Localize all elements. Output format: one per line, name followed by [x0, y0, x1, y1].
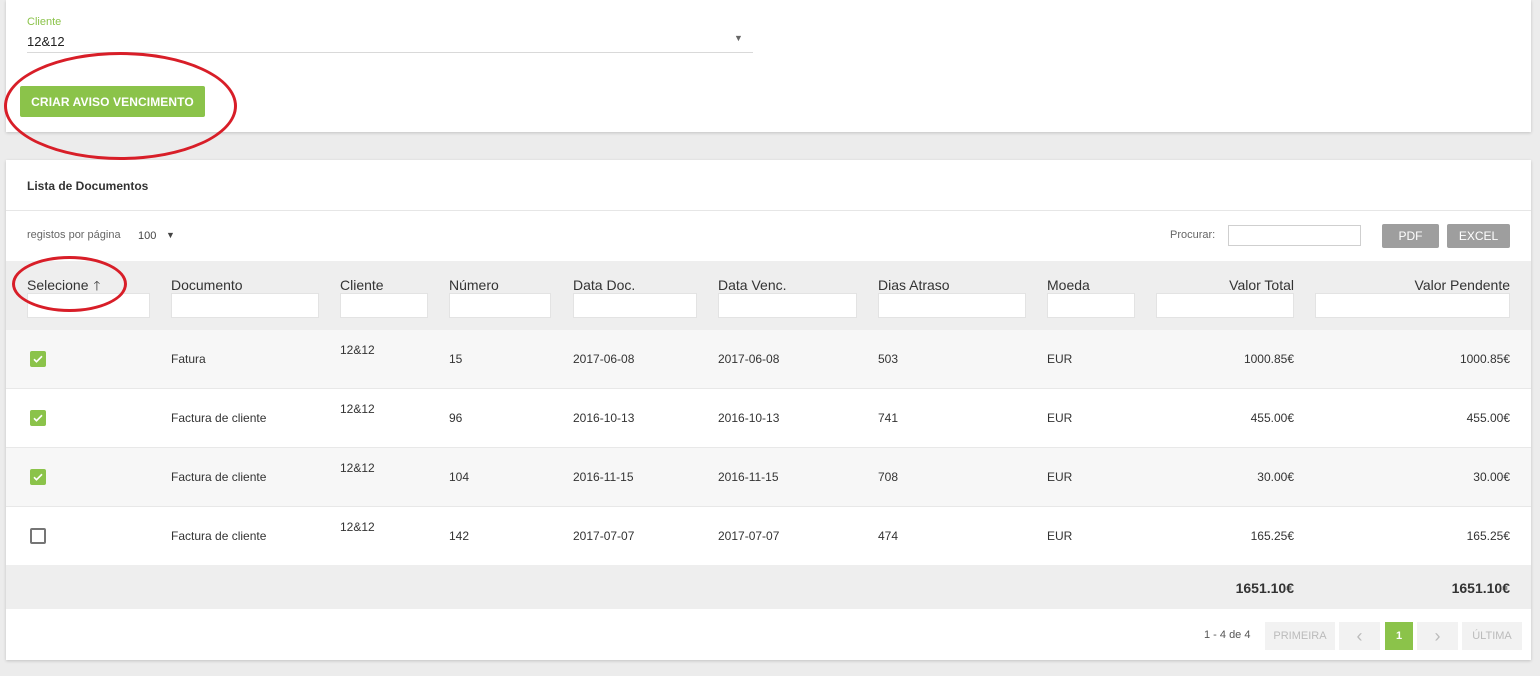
- per-page-label: registos por página: [27, 229, 121, 241]
- pagination-info: 1 - 4 de 4: [1204, 629, 1251, 641]
- card-divider: [6, 210, 1531, 211]
- pagination-last-button[interactable]: ÚLTIMA: [1462, 622, 1522, 650]
- export-excel-button[interactable]: EXCEL: [1447, 224, 1510, 248]
- card-title: Lista de Documentos: [27, 179, 149, 193]
- column-header-total-value[interactable]: Valor Total: [1156, 277, 1294, 293]
- cell-total-value: 165.25€: [1250, 529, 1294, 543]
- cell-doc-date: 2017-06-08: [573, 352, 635, 366]
- search-label: Procurar:: [1170, 229, 1216, 241]
- checkbox-checked-icon[interactable]: [30, 469, 46, 485]
- cell-document: Factura de cliente: [171, 411, 267, 425]
- cell-doc-date: 2017-07-07: [573, 529, 635, 543]
- cell-pending-value: 165.25€: [1466, 529, 1510, 543]
- cell-client: 12&12: [340, 520, 375, 534]
- cell-client: 12&12: [340, 343, 375, 357]
- client-field-label: Cliente: [27, 16, 62, 28]
- cell-days-late: 503: [878, 352, 899, 366]
- client-select-underline: [27, 52, 753, 53]
- total-value-sum: 1651.10€: [1235, 580, 1294, 596]
- cell-days-late: 708: [878, 470, 899, 484]
- cell-total-value: 455.00€: [1250, 411, 1294, 425]
- column-filter-doc-date[interactable]: [573, 293, 697, 318]
- cell-currency: EUR: [1047, 470, 1073, 484]
- cell-days-late: 741: [878, 411, 899, 425]
- export-pdf-button[interactable]: PDF: [1382, 224, 1439, 248]
- column-header-currency[interactable]: Moeda: [1047, 277, 1090, 293]
- cell-document: Fatura: [171, 352, 206, 366]
- caret-down-icon[interactable]: ▼: [734, 33, 743, 43]
- table-row[interactable]: Fatura 12&12 15 2017-06-08 2017-06-08 503 EUR 1…: [6, 330, 1531, 389]
- cell-currency: EUR: [1047, 411, 1073, 425]
- create-due-notice-button[interactable]: CRIAR AVISO VENCIMENTO: [20, 86, 205, 117]
- cell-due-date: 2017-07-07: [718, 529, 780, 543]
- column-filter-due-date[interactable]: [718, 293, 857, 318]
- column-filter-currency[interactable]: [1047, 293, 1135, 318]
- table-header: Selecione 🡑 Documento Cliente Número Data…: [6, 261, 1531, 330]
- cell-due-date: 2016-11-15: [718, 470, 779, 484]
- column-filter-total-value[interactable]: [1156, 293, 1294, 318]
- column-header-document[interactable]: Documento: [171, 277, 243, 293]
- cell-document: Factura de cliente: [171, 470, 267, 484]
- cell-currency: EUR: [1047, 529, 1073, 543]
- pagination-page-1[interactable]: 1: [1385, 622, 1413, 650]
- checkbox-unchecked-icon[interactable]: [30, 528, 46, 544]
- table-row[interactable]: Factura de cliente 12&12 142 2017-07-07 2017…: [6, 507, 1531, 566]
- cell-number: 104: [449, 470, 470, 484]
- column-header-due-date[interactable]: Data Venc.: [718, 277, 787, 293]
- column-filter-document[interactable]: [171, 293, 319, 318]
- chevron-right-icon[interactable]: ›: [1417, 622, 1458, 650]
- table-row[interactable]: Factura de cliente 12&12 104 2016-11-15 2016…: [6, 448, 1531, 507]
- cell-total-value: 30.00€: [1257, 470, 1294, 484]
- cell-total-value: 1000.85€: [1243, 352, 1294, 366]
- cell-client: 12&12: [340, 402, 375, 416]
- cell-pending-value: 30.00€: [1473, 470, 1510, 484]
- caret-down-icon[interactable]: ▼: [166, 230, 175, 240]
- cell-due-date: 2017-06-08: [718, 352, 780, 366]
- column-header-number[interactable]: Número: [449, 277, 499, 293]
- cell-number: 15: [449, 352, 463, 366]
- documents-list-card: Lista de Documentos registos por página …: [6, 160, 1531, 660]
- column-filter-client[interactable]: [340, 293, 428, 318]
- column-filter-select[interactable]: [27, 293, 150, 318]
- cell-client: 12&12: [340, 461, 375, 475]
- column-header-doc-date[interactable]: Data Doc.: [573, 277, 635, 293]
- cell-doc-date: 2016-11-15: [573, 470, 634, 484]
- column-header-days-late[interactable]: Dias Atraso: [878, 277, 950, 293]
- pagination-first-button[interactable]: PRIMEIRA: [1265, 622, 1335, 650]
- totals-row: 1651.10€ 1651.10€: [6, 565, 1531, 609]
- chevron-left-icon[interactable]: ‹: [1339, 622, 1380, 650]
- cell-document: Factura de cliente: [171, 529, 267, 543]
- cell-number: 142: [449, 529, 470, 543]
- cell-pending-value: 455.00€: [1466, 411, 1510, 425]
- cell-number: 96: [449, 411, 463, 425]
- client-select[interactable]: 12&12: [27, 34, 65, 49]
- cell-pending-value: 1000.85€: [1459, 352, 1510, 366]
- cell-currency: EUR: [1047, 352, 1073, 366]
- checkbox-checked-icon[interactable]: [30, 351, 46, 367]
- column-filter-days-late[interactable]: [878, 293, 1026, 318]
- column-header-client[interactable]: Cliente: [340, 277, 384, 293]
- column-filter-pending-value[interactable]: [1315, 293, 1510, 318]
- search-input[interactable]: [1228, 225, 1361, 246]
- pending-value-sum: 1651.10€: [1451, 580, 1510, 596]
- cell-doc-date: 2016-10-13: [573, 411, 635, 425]
- cell-due-date: 2016-10-13: [718, 411, 780, 425]
- per-page-select[interactable]: 100: [138, 230, 156, 242]
- client-filter-card: Cliente 12&12 ▼ CRIAR AVISO VENCIMENTO: [6, 0, 1531, 132]
- cell-days-late: 474: [878, 529, 899, 543]
- checkbox-checked-icon[interactable]: [30, 410, 46, 426]
- column-header-pending-value[interactable]: Valor Pendente: [1315, 277, 1510, 293]
- table-row[interactable]: Factura de cliente 12&12 96 2016-10-13 2016-…: [6, 389, 1531, 448]
- column-filter-number[interactable]: [449, 293, 551, 318]
